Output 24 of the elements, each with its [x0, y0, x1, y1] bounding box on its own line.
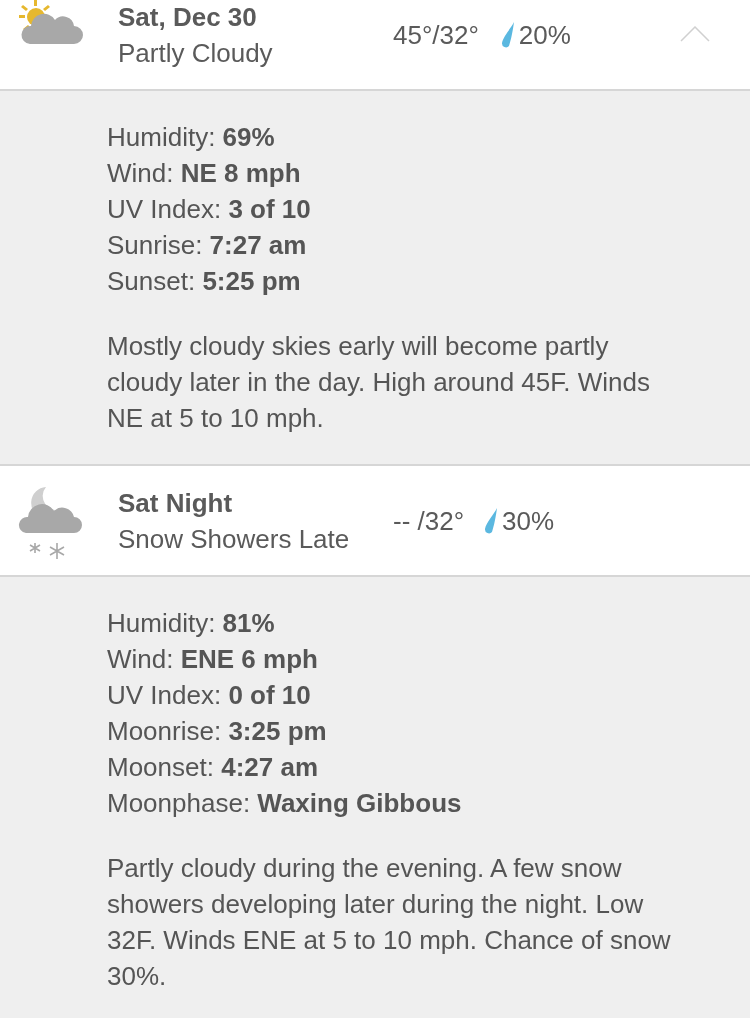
condition-text: Snow Showers Late — [118, 522, 350, 556]
detail-line: Sunset: 5:25 pm — [107, 265, 301, 298]
day-title: Sat, Dec 30 — [118, 1, 257, 34]
precipitation-text: 20% — [518, 19, 571, 52]
detail-line: Humidity: 69% — [107, 121, 275, 154]
detail-line: Sunrise: 7:27 am — [107, 229, 307, 262]
day-title: Sat Night — [118, 486, 233, 520]
raindrop-icon — [484, 507, 499, 534]
detail-line: Humidity: 81% — [107, 607, 275, 640]
raindrop-icon — [500, 22, 515, 48]
detail-line: Moonset: 4:27 am — [107, 751, 318, 784]
temperature-text: 45°/32° — [393, 19, 479, 52]
forecast-description: Mostly cloudy skies early will become partly cloudy later in the day. High around 45F. Winds NE at 5 to 10 mph. — [107, 330, 651, 435]
detail-line: UV Index: 3 of 10 — [107, 193, 311, 226]
detail-line: Wind: ENE 6 mph — [107, 643, 318, 676]
detail-line: Wind: NE 8 mph — [107, 157, 301, 190]
precipitation-text: 30% — [502, 504, 555, 538]
detail-line: UV Index: 0 of 10 — [107, 679, 311, 712]
condition-text: Partly Cloudy — [118, 37, 273, 70]
forecast-description: Partly cloudy during the evening. A few snow showers developing later during the night. Low 32F. Winds ENE at 5 to 10 mph. Chance of snow 30%. — [107, 852, 672, 993]
detail-line: Moonphase: Waxing Gibbous — [107, 787, 462, 820]
temperature-text: -- /32° — [393, 504, 465, 538]
collapse-caret-icon[interactable] — [680, 26, 710, 42]
detail-line: Moonrise: 3:25 pm — [107, 715, 327, 748]
